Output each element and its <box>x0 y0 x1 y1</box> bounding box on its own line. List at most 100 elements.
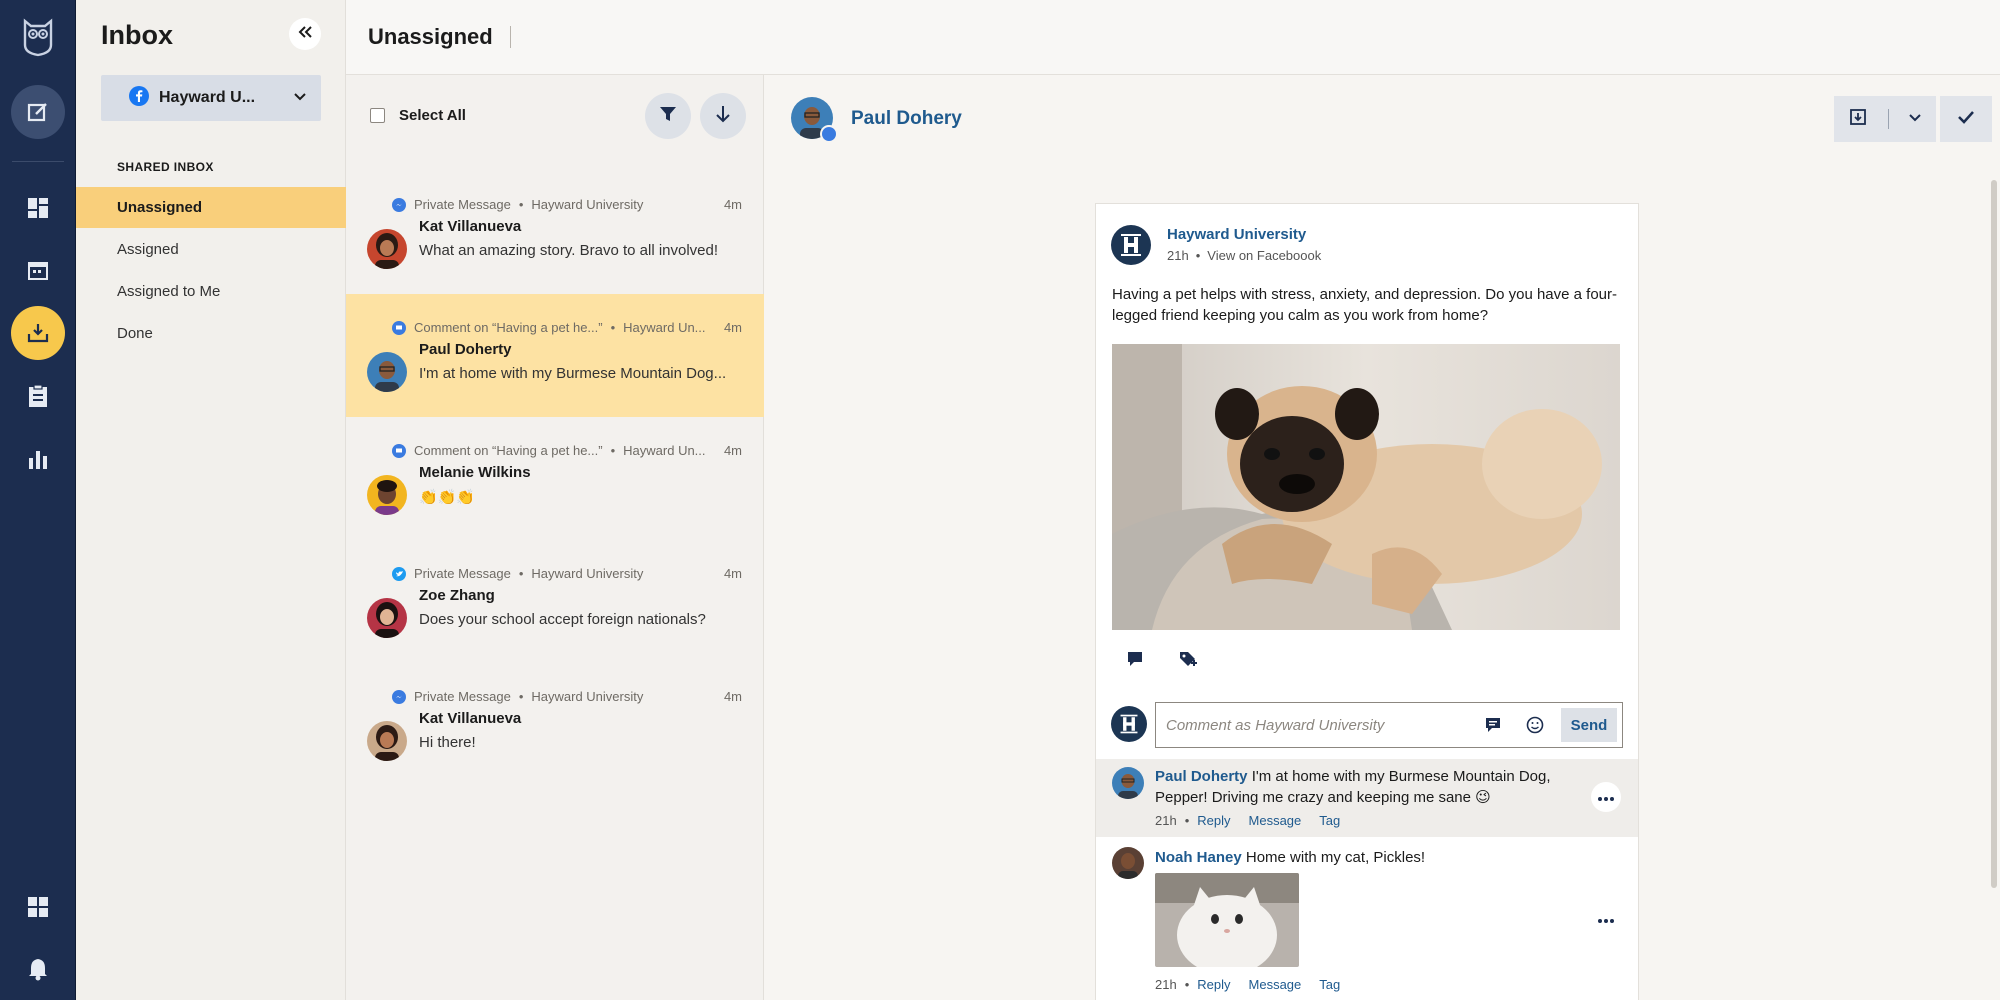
comment-photo-cat[interactable] <box>1155 873 1299 967</box>
select-all-checkbox[interactable] <box>370 108 385 123</box>
meta-bullet: • <box>1184 977 1190 992</box>
message-time: 4m <box>723 689 742 704</box>
nav-assigned[interactable]: Assigned <box>76 229 346 270</box>
contact-name[interactable]: Paul Dohery <box>851 108 962 130</box>
message-sender: Paul Doherty <box>419 341 512 358</box>
shared-inbox-header: SHARED INBOX <box>117 160 214 174</box>
message-meta: Private Message • Hayward University 4m <box>392 689 742 704</box>
nav-done[interactable]: Done <box>76 313 346 354</box>
message-type: Comment on “Having a pet he...” <box>414 443 603 458</box>
message-item[interactable]: Private Message • Hayward University 4m … <box>346 663 764 786</box>
message-source: Hayward University <box>531 566 644 581</box>
comment-body: Noah Haney Home with my cat, Pickles! <box>1155 847 1585 868</box>
top-bar: Unassigned <box>346 0 2000 75</box>
clipboard-icon[interactable] <box>11 369 65 423</box>
message-source: Hayward Un... <box>623 443 706 458</box>
facebook-badge-icon <box>820 125 838 143</box>
avatar <box>367 721 407 761</box>
meta-bullet: • <box>518 197 524 212</box>
comment-age: 21h <box>1155 813 1177 828</box>
avatar <box>367 475 407 515</box>
resolve-button[interactable] <box>1940 96 1992 142</box>
bell-icon[interactable] <box>11 942 65 996</box>
post-photo-pug <box>1112 344 1620 630</box>
message-time: 4m <box>723 443 742 458</box>
message-type: Private Message <box>414 197 511 212</box>
analytics-icon[interactable] <box>11 432 65 486</box>
vertical-scrollbar[interactable] <box>1991 180 1997 888</box>
message-meta: Private Message • Hayward University 4m <box>392 566 742 581</box>
facebook-icon <box>129 85 149 111</box>
collapse-panel-button[interactable] <box>289 18 321 50</box>
nav-unassigned[interactable]: Unassigned <box>76 187 346 228</box>
comment-item: Noah Haney Home with my cat, Pickles! 21… <box>1096 839 1638 1000</box>
message-item[interactable]: Comment on “Having a pet he...” • Haywar… <box>346 417 764 540</box>
message-time: 4m <box>723 320 742 335</box>
message-list: Select All Private Message • Hayward Uni… <box>346 75 764 1000</box>
post-author[interactable]: Hayward University <box>1167 226 1306 243</box>
apps-icon[interactable] <box>11 880 65 934</box>
account-selector[interactable]: Hayward U... <box>101 75 321 121</box>
facebook-comment-icon <box>392 443 406 458</box>
facebook-messenger-icon <box>392 689 406 704</box>
filter-button[interactable] <box>645 93 691 139</box>
avatar <box>1112 767 1144 799</box>
message-sender: Melanie Wilkins <box>419 464 531 481</box>
message-item[interactable]: Private Message • Hayward University 4m … <box>346 171 764 294</box>
avatar <box>1112 847 1144 879</box>
hayward-logo-icon <box>1111 225 1151 265</box>
message-meta: Comment on “Having a pet he...” • Haywar… <box>392 320 742 335</box>
message-sender: Kat Villanueva <box>419 218 522 235</box>
inbox-panel: Inbox Hayward U... SHARED INBOX Unassign… <box>76 0 346 1000</box>
tag-link[interactable]: Tag <box>1319 813 1340 828</box>
sort-button[interactable] <box>700 93 746 139</box>
reply-link[interactable]: Reply <box>1197 977 1230 992</box>
owl-logo-icon[interactable] <box>11 10 65 64</box>
page-title: Unassigned <box>368 24 493 49</box>
message-item[interactable]: Private Message • Hayward University 4m … <box>346 540 764 663</box>
tag-action[interactable] <box>1178 650 1198 675</box>
message-source: Hayward University <box>531 689 644 704</box>
comment-input[interactable] <box>1166 714 1466 736</box>
assign-split-button[interactable] <box>1834 96 1936 142</box>
comment-author[interactable]: Paul Doherty <box>1155 768 1248 785</box>
message-preview: 👏👏👏 <box>419 489 476 506</box>
main-nav-rail <box>0 0 76 1000</box>
nav-assigned-to-me[interactable]: Assigned to Me <box>76 271 346 312</box>
emoji-icon[interactable] <box>1526 716 1544 739</box>
message-link[interactable]: Message <box>1249 977 1302 992</box>
dashboard-icon[interactable] <box>11 181 65 235</box>
calendar-icon[interactable] <box>11 243 65 297</box>
comment-meta: 21h • Reply Message Tag <box>1155 977 1350 992</box>
send-button[interactable]: Send <box>1561 708 1617 742</box>
comment-author[interactable]: Noah Haney <box>1155 849 1242 866</box>
comment-body: Paul Doherty I'm at home with my Burmese… <box>1155 766 1585 808</box>
inbox-icon[interactable] <box>11 306 65 360</box>
tag-link[interactable]: Tag <box>1319 977 1340 992</box>
button-divider <box>1887 109 1889 129</box>
comment-action[interactable] <box>1126 650 1144 673</box>
saved-replies-icon[interactable] <box>1484 716 1502 739</box>
compose-icon[interactable] <box>11 85 65 139</box>
more-icon <box>1598 910 1614 928</box>
meta-bullet: • <box>518 689 524 704</box>
message-preview: What an amazing story. Bravo to all invo… <box>419 242 719 259</box>
meta-bullet: • <box>518 566 524 581</box>
meta-bullet: • <box>610 320 616 335</box>
reply-link[interactable]: Reply <box>1197 813 1230 828</box>
message-item[interactable]: Comment on “Having a pet he...” • Haywar… <box>346 294 764 417</box>
conversation-pane: Paul Dohery Hayward University 21h • Vie… <box>764 75 2000 1000</box>
message-time: 4m <box>723 566 742 581</box>
message-link[interactable]: Message <box>1249 813 1302 828</box>
more-options-button[interactable] <box>1591 782 1621 812</box>
avatar <box>367 352 407 392</box>
filter-icon <box>659 105 677 128</box>
view-on-facebook-link[interactable]: View on Faceboook <box>1207 248 1321 263</box>
assign-icon <box>1848 107 1868 132</box>
more-options-button[interactable] <box>1591 904 1621 934</box>
select-all[interactable]: Select All <box>370 107 466 124</box>
message-preview: I'm at home with my Burmese Mountain Dog… <box>419 365 727 382</box>
message-meta: Private Message • Hayward University 4m <box>392 197 742 212</box>
message-sender: Kat Villanueva <box>419 710 522 727</box>
rail-divider <box>12 161 64 162</box>
